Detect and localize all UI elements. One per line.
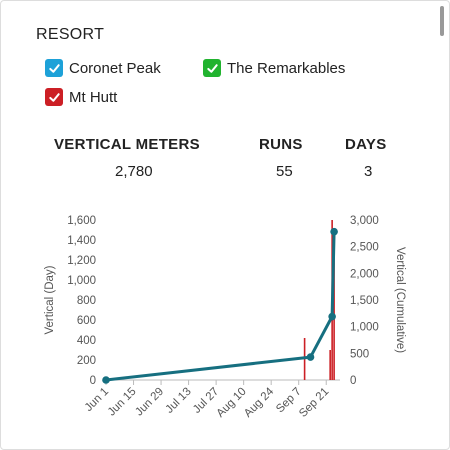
y-tick-label: 200 bbox=[77, 355, 96, 367]
y-tick-label: 400 bbox=[77, 335, 96, 347]
y2-tick-label: 3,000 bbox=[350, 215, 379, 227]
y2-tick-label: 2,000 bbox=[350, 268, 379, 280]
y-tick-label: 600 bbox=[77, 315, 96, 327]
vertical-chart: 0 200 400 600 800 1,000 1,200 1,400 1,600 0 500 1,0… bbox=[44, 215, 406, 420]
cumulative-point bbox=[102, 376, 110, 384]
daily-vertical-bar bbox=[329, 350, 331, 380]
y-axis-title: Vertical (Day) bbox=[44, 265, 56, 334]
y2-tick-label: 500 bbox=[350, 348, 369, 360]
y-tick-label: 0 bbox=[90, 375, 96, 387]
y-tick-label: 1,200 bbox=[67, 255, 96, 267]
y-tick-label: 1,000 bbox=[67, 275, 96, 287]
x-tick-label: Sep 21 bbox=[297, 386, 331, 420]
x-tick-label: Aug 10 bbox=[215, 386, 249, 420]
cumulative-point bbox=[306, 353, 315, 361]
x-tick-label: Aug 24 bbox=[242, 385, 277, 420]
y-tick-label: 1,600 bbox=[67, 215, 96, 227]
y2-tick-label: 0 bbox=[350, 375, 356, 387]
y-tick-label: 800 bbox=[77, 295, 96, 307]
cumulative-line bbox=[105, 231, 336, 382]
x-tick-label: Jun 15 bbox=[106, 386, 139, 419]
y2-tick-label: 1,500 bbox=[350, 295, 379, 307]
y2-axis-title: Vertical (Cumulative) bbox=[394, 247, 406, 353]
y2-tick-label: 2,500 bbox=[350, 242, 379, 254]
x-tick-label: Jun 29 bbox=[133, 386, 166, 419]
x-tick-label: Jul 13 bbox=[164, 386, 194, 416]
cumulative-point bbox=[328, 312, 336, 321]
y2-tick-label: 1,000 bbox=[350, 322, 379, 334]
y-tick-label: 1,400 bbox=[67, 235, 96, 247]
cumulative-point bbox=[330, 227, 338, 236]
